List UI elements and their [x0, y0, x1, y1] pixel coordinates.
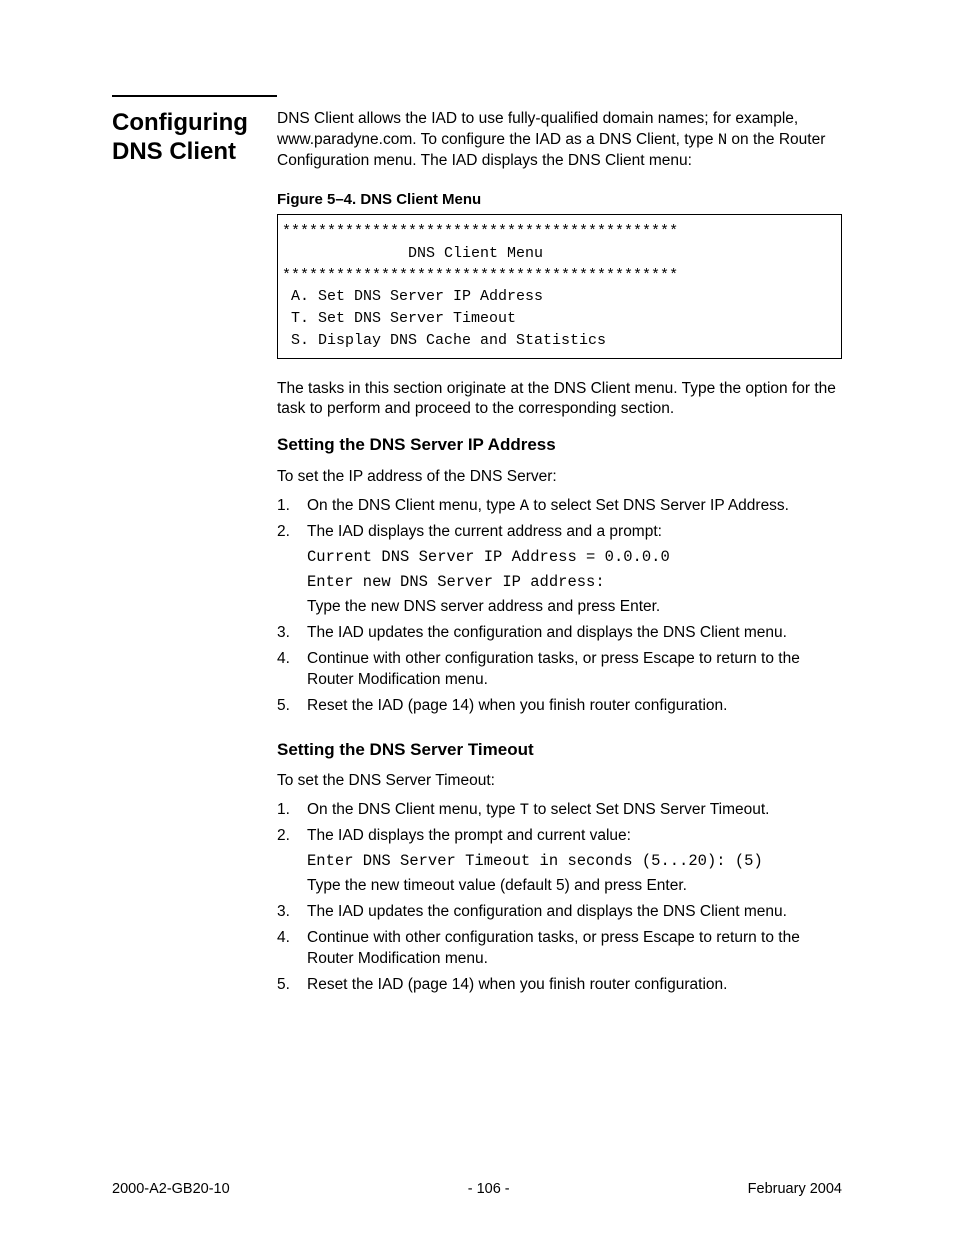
list-item: 4. Continue with other configuration tas… [277, 649, 842, 691]
intro-code: N [718, 131, 727, 149]
list-item: 3. The IAD updates the configuration and… [277, 902, 842, 923]
list-number: 3. [277, 902, 307, 923]
list-body: The IAD displays the prompt and current … [307, 826, 842, 897]
menu-option-t: T. Set DNS Server Timeout [282, 308, 837, 330]
lead-paragraph: To set the IP address of the DNS Server: [277, 467, 842, 488]
steps-list-ip: 1. On the DNS Client menu, type A to sel… [277, 496, 842, 716]
list-item: 5. Reset the IAD (page 14) when you fini… [277, 975, 842, 996]
page: Configur­ing DNS Client DNS Client allow… [0, 0, 954, 1235]
list-number: 4. [277, 928, 307, 970]
step-text: to select Set DNS Server Timeout. [529, 801, 769, 818]
step-code-line: Current DNS Server IP Address = 0.0.0.0 [307, 547, 842, 568]
list-number: 1. [277, 496, 307, 517]
list-body: Continue with other configuration tasks,… [307, 928, 842, 970]
steps-list-timeout: 1. On the DNS Client menu, type T to sel… [277, 800, 842, 995]
list-body: On the DNS Client menu, type A to select… [307, 496, 842, 517]
step-tail: Type the new timeout value (default 5) a… [307, 876, 842, 897]
step-code-line: Enter new DNS Server IP address: [307, 572, 842, 593]
footer-date: February 2004 [748, 1181, 842, 1197]
list-body: The IAD updates the configuration and di… [307, 623, 842, 644]
list-number: 5. [277, 975, 307, 996]
sub-heading-ip: Setting the DNS Server IP Address [277, 434, 842, 457]
menu-line: ****************************************… [282, 265, 837, 287]
intro-paragraph: DNS Client allows the IAD to use fully-q… [277, 109, 842, 172]
list-number: 2. [277, 826, 307, 897]
step-lead: The IAD displays the prompt and current … [307, 826, 842, 847]
list-number: 5. [277, 696, 307, 717]
step-text: to select Set DNS Server IP Address. [529, 497, 789, 514]
figure-caption: Figure 5–4. DNS Client Menu [277, 190, 842, 210]
list-item: 1. On the DNS Client menu, type T to sel… [277, 800, 842, 821]
list-body: Reset the IAD (page 14) when you finish … [307, 975, 842, 996]
list-body: Continue with other configuration tasks,… [307, 649, 842, 691]
list-item: 2. The IAD displays the current address … [277, 522, 842, 618]
menu-title: DNS Client Menu [282, 243, 837, 265]
dns-client-menu-box: ****************************************… [277, 214, 842, 359]
menu-option-s: S. Display DNS Cache and Statistics [282, 330, 837, 352]
list-item: 5. Reset the IAD (page 14) when you fini… [277, 696, 842, 717]
page-footer: 2000-A2-GB20-10 - 106 - February 2004 [112, 1181, 842, 1197]
step-code: A [520, 497, 529, 515]
list-item: 2. The IAD displays the prompt and curre… [277, 826, 842, 897]
list-number: 1. [277, 800, 307, 821]
step-tail: Type the new DNS server address and pres… [307, 597, 842, 618]
list-number: 3. [277, 623, 307, 644]
list-item: 3. The IAD updates the configuration and… [277, 623, 842, 644]
sub-heading-timeout: Setting the DNS Server Timeout [277, 739, 842, 762]
after-menu-paragraph: The tasks in this section originate at t… [277, 379, 842, 421]
list-body: On the DNS Client menu, type T to select… [307, 800, 842, 821]
list-item: 1. On the DNS Client menu, type A to sel… [277, 496, 842, 517]
list-body: The IAD displays the current address and… [307, 522, 842, 618]
step-code-line: Enter DNS Server Timeout in seconds (5..… [307, 851, 842, 872]
lead-paragraph: To set the DNS Server Timeout: [277, 771, 842, 792]
main-column: DNS Client allows the IAD to use fully-q… [277, 95, 842, 1018]
list-number: 2. [277, 522, 307, 618]
step-code: T [520, 801, 529, 819]
list-item: 4. Continue with other configuration tas… [277, 928, 842, 970]
list-body: Reset the IAD (page 14) when you finish … [307, 696, 842, 717]
step-text: On the DNS Client menu, type [307, 497, 520, 514]
list-number: 4. [277, 649, 307, 691]
footer-doc-id: 2000-A2-GB20-10 [112, 1181, 230, 1197]
list-body: The IAD updates the configuration and di… [307, 902, 842, 923]
section-title: Configur­ing DNS Client [112, 95, 277, 167]
content-row: Configur­ing DNS Client DNS Client allow… [112, 95, 842, 1018]
step-lead: The IAD displays the current address and… [307, 522, 842, 543]
step-text: On the DNS Client menu, type [307, 801, 520, 818]
footer-page-number: - 106 - [468, 1181, 510, 1197]
menu-option-a: A. Set DNS Server IP Address [282, 286, 837, 308]
menu-line: ****************************************… [282, 221, 837, 243]
